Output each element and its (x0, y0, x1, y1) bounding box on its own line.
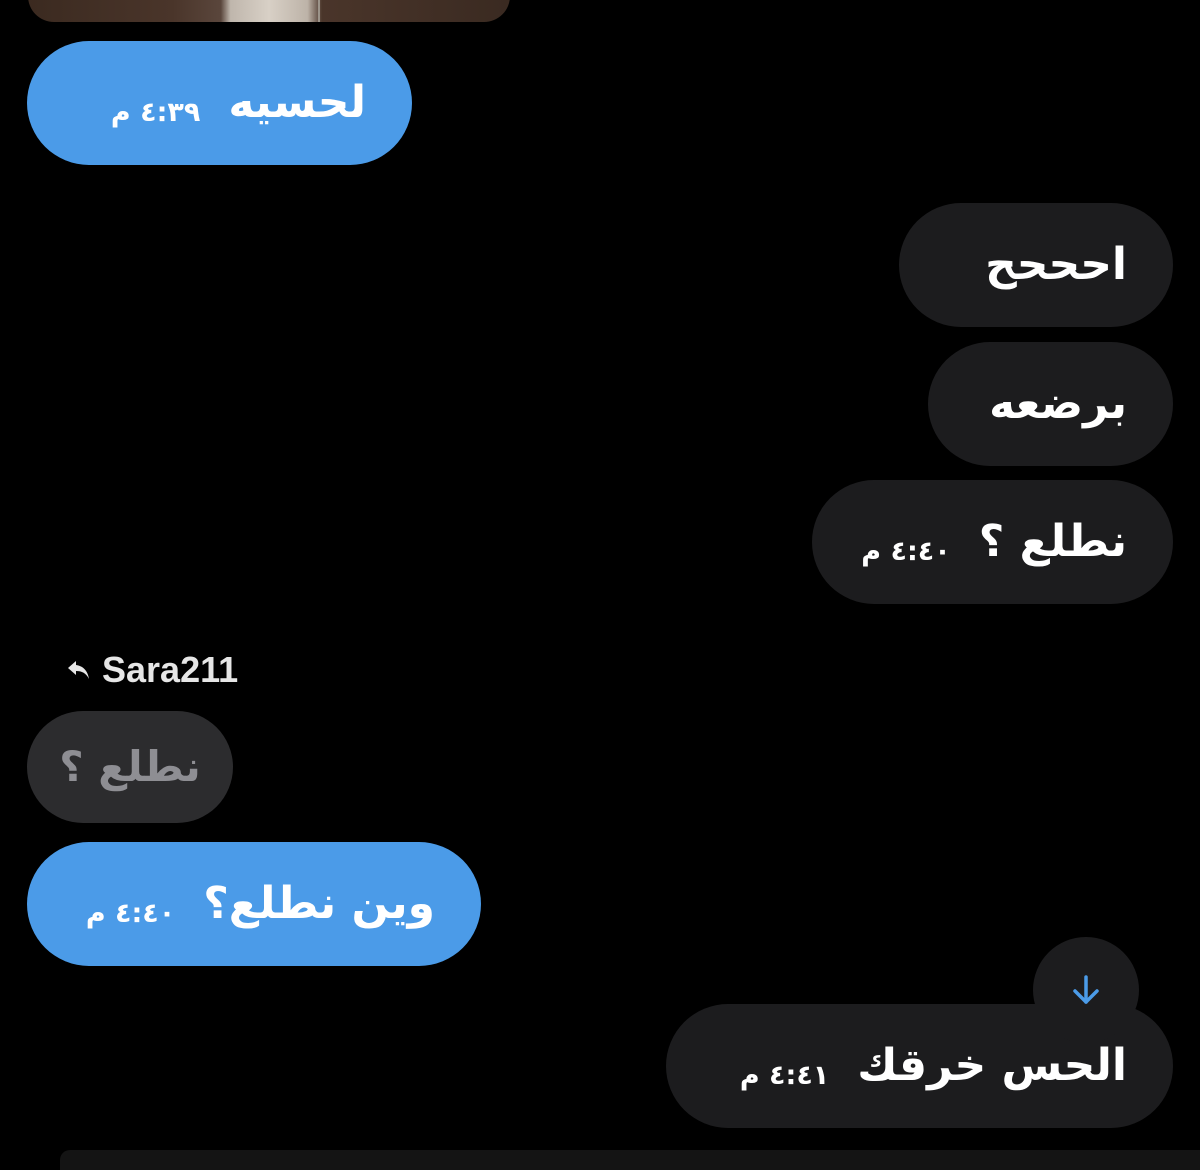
scroll-to-bottom-button[interactable] (1033, 937, 1139, 1043)
message-bubble-sent[interactable]: وين نطلع؟ ٤:٤٠ م (27, 842, 481, 966)
message-time: ٤:٤٠ م (861, 535, 951, 567)
media-attachment-detail (318, 0, 320, 22)
message-time: ٤:٤١ م (739, 1059, 830, 1091)
message-bubble-received[interactable]: نطلع ؟ ٤:٤٠ م (812, 480, 1173, 604)
message-bubble-received[interactable]: احححح (899, 203, 1173, 327)
message-bubble-received[interactable]: برضعه (928, 342, 1173, 466)
message-time: ٤:٣٩ م (110, 96, 201, 128)
message-text: الحس خرقك (857, 1040, 1127, 1091)
quoted-message-text: نطلع ؟ (59, 742, 201, 791)
next-message-edge (60, 1150, 1200, 1170)
message-time: ٤:٤٠ م (85, 897, 176, 929)
arrow-down-icon (1073, 975, 1099, 1004)
message-bubble-sent[interactable]: لحسيه ٤:٣٩ م (27, 41, 412, 165)
reply-arrow-icon (68, 661, 89, 679)
message-text: لحسيه (228, 77, 366, 128)
reply-username: Sara211 (102, 649, 239, 690)
message-text: احححح (985, 239, 1127, 290)
message-text: برضعه (989, 378, 1127, 429)
quoted-message[interactable]: نطلع ؟ (27, 711, 233, 823)
message-text: نطلع ؟ (978, 516, 1127, 567)
media-attachment-preview[interactable] (28, 0, 510, 22)
reply-header: Sara211 (66, 648, 238, 692)
message-text: وين نطلع؟ (203, 878, 435, 929)
